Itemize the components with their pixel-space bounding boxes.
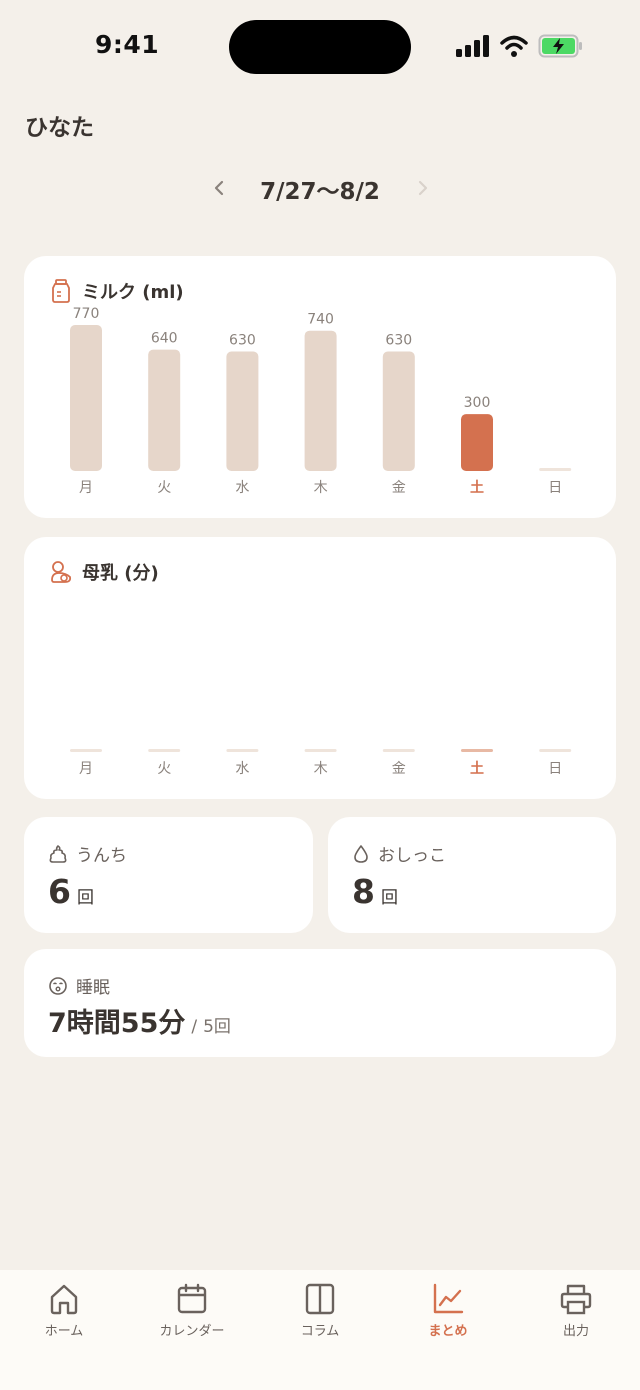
sleep-label: 睡眠 — [76, 978, 110, 998]
poop-icon — [49, 844, 67, 863]
tab-column-label: コラム — [300, 1324, 340, 1339]
milk-data-label: 300 — [464, 395, 491, 411]
milk-data-label: 630 — [385, 333, 412, 349]
milk-category-label: 月 — [79, 480, 93, 496]
milk-bar-chart: 770 月 640 火 630 水 740 木 630 金 300 土 日 — [70, 306, 572, 496]
pee-card[interactable]: おしっこ 8 回 — [328, 817, 616, 933]
milk-bar — [382, 351, 415, 471]
breast-bar — [148, 749, 181, 752]
breast-bar — [70, 749, 102, 752]
breast-bar — [461, 749, 493, 752]
milk-bar — [148, 349, 181, 471]
poop-value-row: 6 回 — [48, 872, 94, 911]
breast-bar — [382, 749, 415, 752]
poop-count: 6 — [48, 872, 71, 911]
tab-export[interactable]: 出力 — [512, 1282, 640, 1344]
wifi-icon — [500, 35, 528, 57]
milk-card: ミルク (ml) 770 月 640 火 630 水 740 木 630 金 300 土日 — [24, 256, 616, 518]
poop-card[interactable]: うんち 6 回 — [24, 817, 313, 933]
sleep-value-row: 7時間55分 / 5回 — [48, 1001, 231, 1040]
milk-category-label: 日 — [548, 480, 562, 496]
signal-icon — [456, 35, 489, 57]
milk-bar — [539, 468, 572, 471]
milk-data-label: 630 — [229, 333, 256, 349]
milk-bar — [304, 330, 337, 471]
battery-charging-icon — [538, 34, 582, 58]
breast-category-label: 火 — [157, 761, 171, 777]
milk-bar — [461, 414, 493, 471]
breast-bar — [539, 749, 572, 752]
printer-icon — [560, 1284, 592, 1315]
child-name: ひなた — [25, 115, 94, 141]
poop-unit: 回 — [76, 888, 94, 908]
sleep-card[interactable]: 睡眠 7時間55分 / 5回 — [24, 949, 616, 1057]
milk-bar — [70, 325, 102, 471]
poop-label: うんち — [76, 846, 127, 866]
breast-category-label: 土 — [470, 760, 484, 777]
status-icons — [456, 34, 584, 58]
milk-category-label: 火 — [157, 480, 171, 496]
home-icon — [50, 1284, 78, 1315]
tab-home-label: ホーム — [44, 1324, 84, 1339]
breast-bar — [226, 749, 259, 752]
chevron-right-icon[interactable] — [410, 174, 434, 202]
milk-category-label: 木 — [314, 480, 328, 496]
sleep-duration: 7時間55分 — [48, 1008, 186, 1039]
breast-category-label: 月 — [79, 761, 93, 777]
milk-data-label: 740 — [307, 312, 334, 328]
milk-data-label: 640 — [151, 331, 178, 347]
milk-category-label: 土 — [470, 479, 484, 496]
milk-category-label: 水 — [235, 480, 249, 496]
week-navigator: 7/27〜8/2 — [0, 166, 640, 208]
pee-count: 8 — [352, 872, 375, 911]
milk-category-label: 金 — [392, 480, 406, 496]
tab-calendar-label: カレンダー — [159, 1324, 225, 1339]
pee-unit: 回 — [380, 888, 398, 908]
status-bar: 9:41 — [0, 0, 640, 90]
tab-column[interactable]: コラム — [256, 1282, 384, 1344]
week-range-label: 7/27〜8/2 — [260, 179, 380, 205]
pee-value-row: 8 回 — [352, 872, 398, 911]
sleep-count: 5回 — [203, 1017, 231, 1037]
tab-calendar[interactable]: カレンダー — [128, 1282, 256, 1344]
milk-data-label: 770 — [73, 306, 100, 322]
breast-bar — [304, 749, 337, 752]
sleep-separator: / — [191, 1017, 198, 1037]
breastfeeding-bar-chart: 月火水木金土日 — [70, 749, 572, 777]
tab-summary[interactable]: まとめ — [384, 1282, 512, 1344]
status-time: 9:41 — [95, 30, 160, 59]
breast-category-label: 木 — [314, 761, 328, 777]
milk-bar — [226, 351, 259, 471]
tab-home[interactable]: ホーム — [0, 1282, 128, 1344]
dynamic-island — [229, 20, 411, 74]
pee-label-row: おしっこ — [352, 841, 446, 866]
droplet-icon — [354, 844, 368, 863]
breast-category-label: 金 — [392, 761, 406, 777]
breast-category-label: 水 — [235, 761, 249, 777]
sleep-face-icon — [49, 976, 67, 995]
breastfeeding-card: 母乳 (分) 月火水木金土日 — [24, 537, 616, 799]
sleep-label-row: 睡眠 — [48, 973, 110, 998]
tab-export-label: 出力 — [562, 1324, 589, 1339]
calendar-icon — [177, 1283, 207, 1314]
poop-label-row: うんち — [48, 841, 127, 866]
chart-icon — [433, 1283, 464, 1314]
book-icon — [305, 1283, 335, 1315]
tab-summary-label: まとめ — [428, 1324, 468, 1339]
tab-bar: ホーム カレンダー コラム まとめ 出力 — [0, 1270, 640, 1390]
pee-label: おしっこ — [378, 846, 446, 866]
breast-category-label: 日 — [548, 761, 562, 777]
